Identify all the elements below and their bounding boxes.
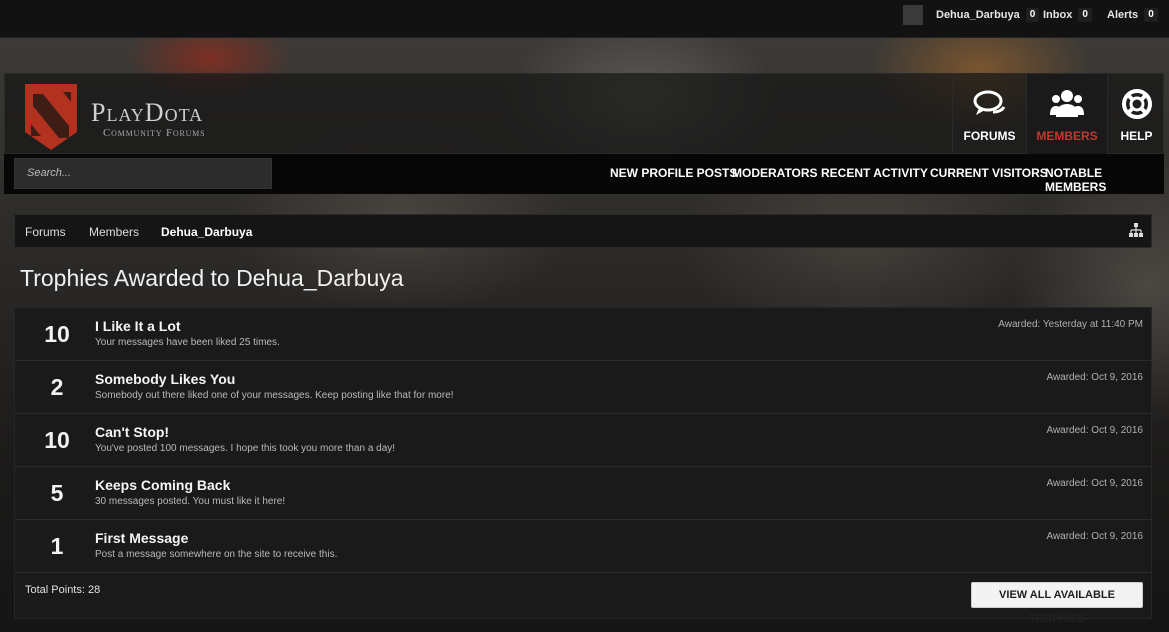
trophy-name: Keeps Coming Back [95, 477, 231, 493]
trophy-description: Somebody out there liked one of your mes… [95, 390, 454, 401]
link-new-profile-posts[interactable]: NEW PROFILE POSTS [610, 166, 737, 180]
top-bar: Dehua_Darbuya 0 Inbox 0 Alerts 0 [0, 0, 1169, 38]
search-input[interactable]: Search... [14, 158, 272, 189]
trophy-points: 10 [44, 427, 70, 453]
link-moderators[interactable]: MODERATORS [732, 166, 818, 180]
user-menu[interactable]: Dehua_Darbuya 0 [903, 0, 1040, 30]
tab-members-label: MEMBERS [1036, 129, 1098, 143]
dota-logo-icon[interactable] [19, 80, 83, 152]
lifebuoy-icon [1121, 89, 1152, 119]
link-notable-members[interactable]: NOTABLE MEMBERS [1045, 166, 1164, 194]
site-header: PlayDota Community Forums FORUMS MEMBERS [4, 73, 1165, 155]
tab-help[interactable]: HELP [1107, 74, 1165, 155]
trophy-points: 10 [44, 321, 70, 347]
trophy-points: 5 [50, 480, 64, 506]
breadcrumb: Forums Members Dehua_Darbuya [14, 214, 1152, 248]
breadcrumb-forums[interactable]: Forums [25, 225, 66, 239]
alerts-count-badge: 0 [1144, 8, 1158, 22]
tab-members[interactable]: MEMBERS [1026, 74, 1107, 155]
trophy-description: Post a message somewhere on the site to … [95, 549, 338, 560]
trophy-row: 2 Somebody Likes You Somebody out there … [15, 361, 1153, 414]
users-icon [1050, 90, 1084, 117]
link-current-visitors[interactable]: CURRENT VISITORS [930, 166, 1048, 180]
avatar [903, 5, 923, 25]
page-title: Trophies Awarded to Dehua_Darbuya [20, 265, 404, 291]
user-count-badge: 0 [1025, 8, 1040, 22]
trophy-list: 10 I Like It a Lot Your messages have be… [14, 307, 1153, 625]
trophy-row: 5 Keeps Coming Back 30 messages posted. … [15, 467, 1153, 520]
trophy-name: I Like It a Lot [95, 318, 181, 334]
trophy-awarded-date: Awarded: Oct 9, 2016 [1046, 372, 1143, 383]
inbox-count-badge: 0 [1078, 8, 1092, 22]
alerts-link[interactable]: Alerts 0 [1107, 0, 1158, 30]
trophy-description: Your messages have been liked 25 times. [95, 337, 280, 348]
breadcrumb-members[interactable]: Members [89, 225, 139, 239]
trophy-row: 1 First Message Post a message somewhere… [15, 520, 1153, 573]
trophy-description: 30 messages posted. You must like it her… [95, 496, 286, 507]
sub-navigation: Search... NEW PROFILE POSTS MODERATORS R… [4, 154, 1164, 194]
brand-subtitle: Community Forums [103, 127, 206, 139]
username-label: Dehua_Darbuya [936, 9, 1020, 21]
trophy-awarded-date: Awarded: Oct 9, 2016 [1046, 425, 1143, 436]
trophy-points: 1 [50, 533, 64, 559]
tab-help-label: HELP [1120, 129, 1153, 143]
trophy-row: 10 Can't Stop! You've posted 100 message… [15, 414, 1153, 467]
trophy-points: 2 [50, 374, 64, 400]
chat-bubbles-icon [973, 90, 1005, 115]
alerts-label: Alerts [1107, 9, 1139, 21]
trophy-name: Somebody Likes You [95, 371, 236, 387]
trophy-awarded-date: Awarded: Oct 9, 2016 [1046, 478, 1143, 489]
trophy-name: Can't Stop! [95, 424, 170, 440]
trophy-awarded-date: Awarded: Yesterday at 11:40 PM [998, 319, 1143, 330]
main-container: PlayDota Community Forums FORUMS MEMBERS [4, 73, 1164, 632]
link-recent-activity[interactable]: RECENT ACTIVITY [821, 166, 928, 180]
inbox-link[interactable]: Inbox 0 [1043, 0, 1092, 30]
inbox-label: Inbox [1043, 9, 1073, 21]
trophy-row: 10 I Like It a Lot Your messages have be… [15, 308, 1153, 361]
total-points: Total Points: 28 [25, 584, 101, 596]
trophy-name: First Message [95, 530, 189, 546]
tab-forums-label: FORUMS [963, 129, 1016, 143]
brand-name[interactable]: PlayDota [91, 98, 203, 128]
breadcrumb-current-user[interactable]: Dehua_Darbuya [161, 225, 252, 239]
trophy-awarded-date: Awarded: Oct 9, 2016 [1046, 531, 1143, 542]
trophy-description: You've posted 100 messages. I hope this … [95, 443, 396, 454]
view-all-trophies-button[interactable]: VIEW ALL AVAILABLE TROPHIES [971, 582, 1143, 625]
sitemap-icon[interactable] [1129, 223, 1143, 237]
tab-forums[interactable]: FORUMS [952, 74, 1026, 155]
